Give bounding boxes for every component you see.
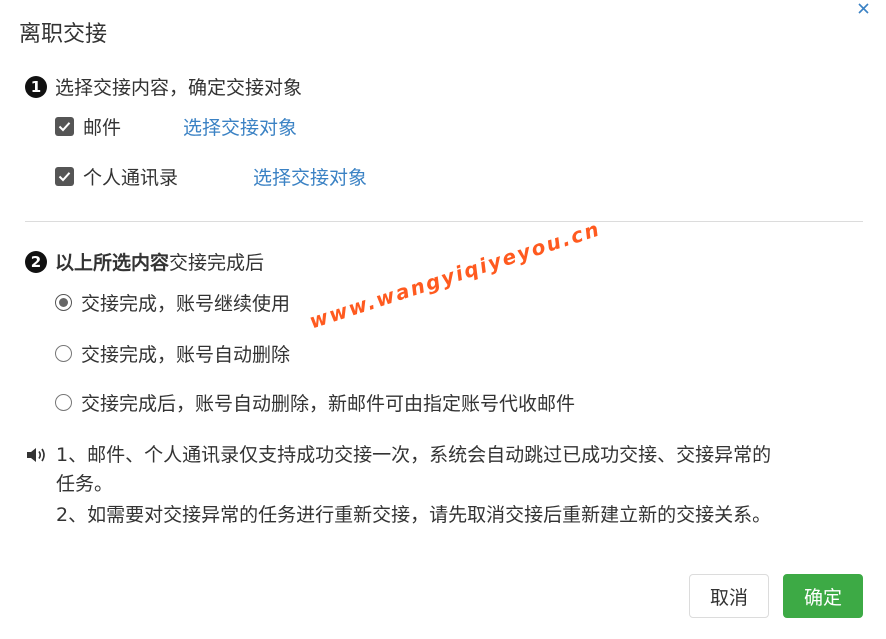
cancel-button[interactable]: 取消 bbox=[689, 574, 769, 618]
contacts-checkbox[interactable] bbox=[55, 167, 74, 186]
step1-heading-text: 选择交接内容，确定交接对象 bbox=[55, 77, 303, 99]
dialog-title: 离职交接 bbox=[19, 22, 108, 47]
contacts-select-target-link[interactable]: 选择交接对象 bbox=[253, 163, 367, 190]
handover-item-mail: 邮件 选择交接对象 bbox=[55, 113, 297, 140]
step2-heading: 2 以上所选内容 交接完成后 bbox=[25, 248, 264, 275]
option-delete-and-forward[interactable]: 交接完成后，账号自动删除，新邮件可由指定账号代收邮件 bbox=[55, 389, 575, 416]
delete-account-label: 交接完成，账号自动删除 bbox=[81, 344, 291, 366]
handover-dialog: 离职交接 1 选择交接内容，确定交接对象 邮件 选择交接对象 个人通讯录 选择交… bbox=[0, 0, 886, 639]
speaker-icon bbox=[26, 444, 48, 472]
step2-number-badge: 2 bbox=[25, 250, 47, 273]
keep-account-radio[interactable] bbox=[55, 294, 72, 311]
delete-forward-radio[interactable] bbox=[55, 394, 72, 411]
mail-select-target-link[interactable]: 选择交接对象 bbox=[183, 113, 297, 140]
step1-number-badge: 1 bbox=[25, 75, 47, 98]
mail-label: 邮件 bbox=[83, 117, 122, 139]
delete-forward-label: 交接完成后，账号自动删除，新邮件可由指定账号代收邮件 bbox=[81, 393, 576, 415]
step2-heading-rest: 交接完成后 bbox=[169, 252, 265, 274]
notice-line-2: 任务。 bbox=[56, 473, 114, 495]
handover-item-contacts: 个人通讯录 选择交接对象 bbox=[55, 163, 367, 190]
section-divider bbox=[25, 221, 863, 222]
delete-account-radio[interactable] bbox=[55, 345, 72, 362]
option-keep-account[interactable]: 交接完成，账号继续使用 bbox=[55, 289, 290, 316]
confirm-button[interactable]: 确定 bbox=[783, 574, 863, 618]
option-delete-account[interactable]: 交接完成，账号自动删除 bbox=[55, 340, 290, 367]
notice-line-1: 1、邮件、个人通讯录仅支持成功交接一次，系统会自动跳过已成功交接、交接异常的 bbox=[56, 444, 772, 466]
contacts-label: 个人通讯录 bbox=[83, 167, 179, 189]
notice-line-3: 2、如需要对交接异常的任务进行重新交接，请先取消交接后重新建立新的交接关系。 bbox=[56, 504, 772, 526]
step1-heading: 1 选择交接内容，确定交接对象 bbox=[25, 73, 302, 100]
close-icon[interactable] bbox=[858, 3, 872, 17]
watermark: www.wangyiqiyeyou.cn bbox=[306, 216, 604, 334]
mail-checkbox[interactable] bbox=[55, 117, 74, 136]
step2-heading-bold: 以上所选内容 bbox=[55, 252, 170, 274]
keep-account-label: 交接完成，账号继续使用 bbox=[81, 293, 291, 315]
